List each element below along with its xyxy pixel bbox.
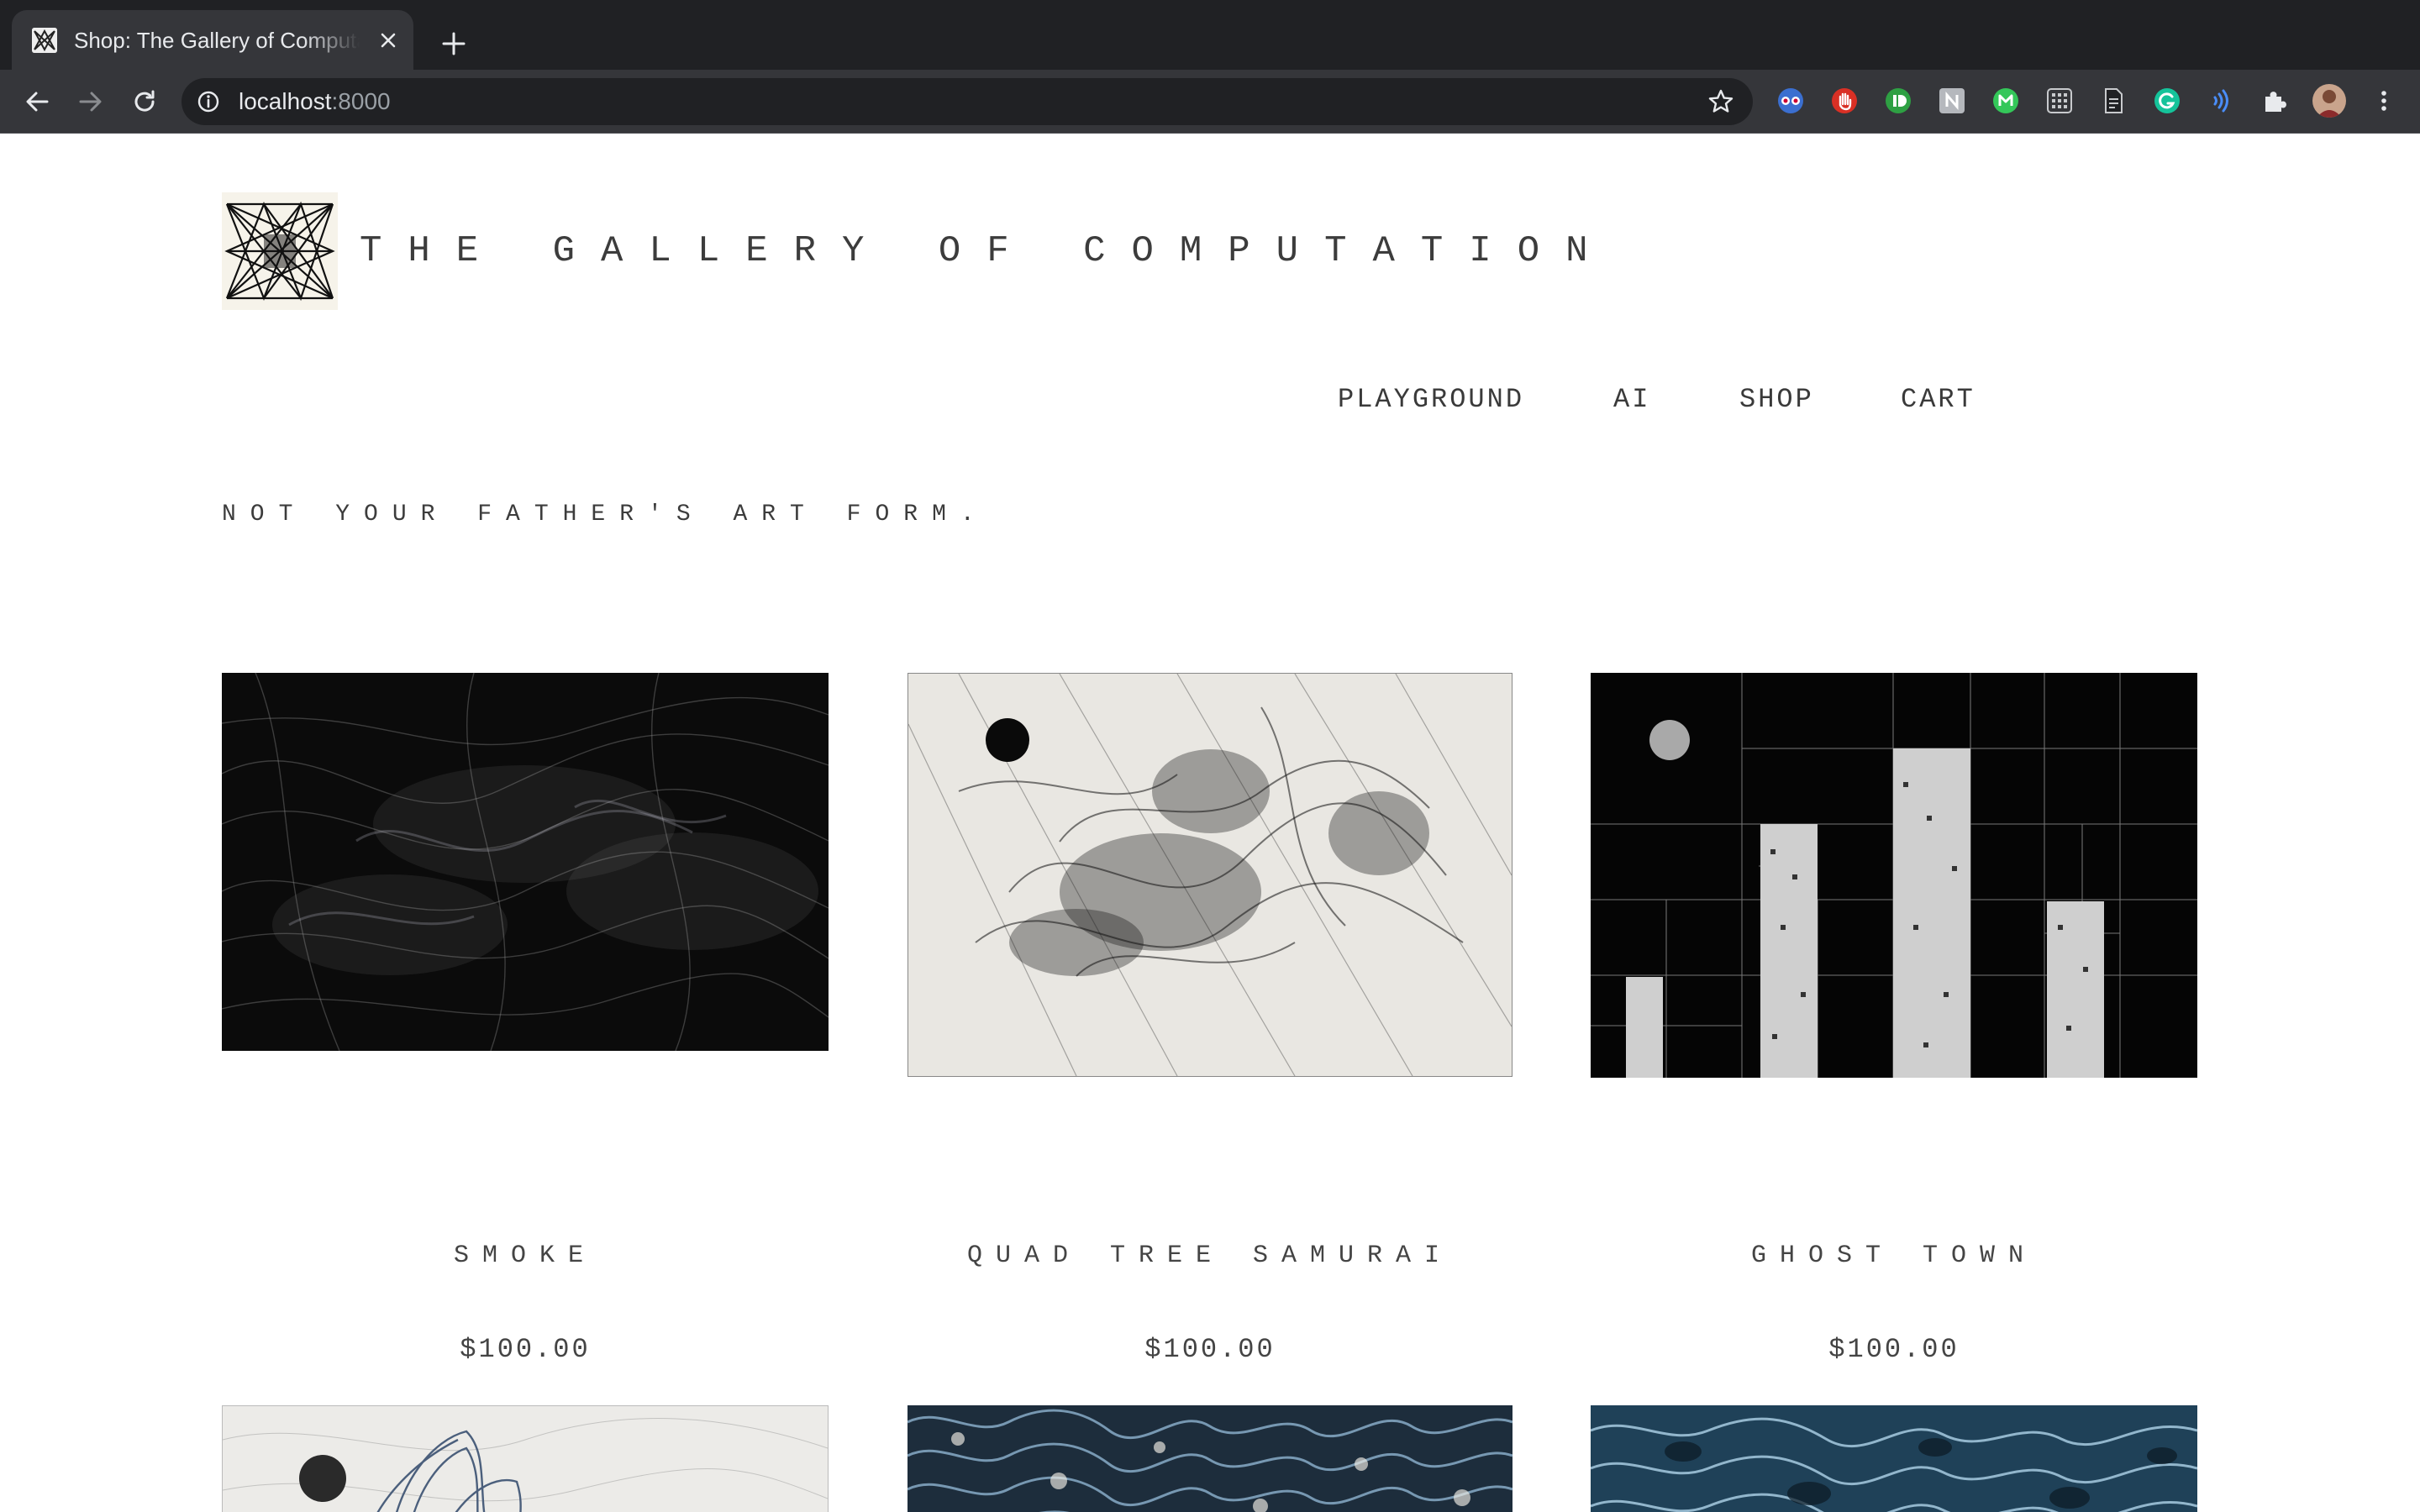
bookmark-star-icon[interactable] [1706,87,1736,117]
product-title-quad-tree-samurai[interactable]: QUAD TREE SAMURAI [907,1237,1513,1274]
browser-tabstrip: Shop: The Gallery of Computation [0,0,2420,70]
browser-toolbar: localhost:8000 [0,70,2420,134]
instapaper-icon[interactable] [1884,87,1912,115]
url-host: localhost [239,88,332,114]
spectacles-icon[interactable] [1776,87,1805,115]
product-image-ghost-town[interactable] [1591,673,2197,1078]
mercury-icon[interactable] [1991,87,2020,115]
product-image-smoke[interactable] [222,673,829,1051]
tab-close-icon[interactable] [375,27,402,54]
product-price-quad-tree-samurai: $100.00 [1144,1334,1276,1365]
puzzle-extensions-icon[interactable] [2260,87,2289,115]
url-text[interactable]: localhost:8000 [239,87,391,117]
document-icon[interactable] [2099,87,2128,115]
page-content: THE GALLERY OF COMPUTATION PLAYGROUND AI… [0,134,2420,1512]
audio-waves-icon[interactable] [2207,87,2235,115]
site-logo[interactable] [222,192,338,310]
site-title[interactable]: THE GALLERY OF COMPUTATION [360,224,1614,278]
profile-avatar[interactable] [2312,84,2346,118]
grid-app-icon[interactable] [2045,87,2074,115]
nav-cart[interactable]: CART [1901,381,1975,419]
notes-icon[interactable] [1938,87,1966,115]
tagline: NOT YOUR FATHER'S ART FORM. [222,501,989,528]
product-price-ghost-town: $100.00 [1828,1334,1960,1365]
forward-icon[interactable] [74,85,108,118]
browser-menu-icon[interactable] [2370,87,2398,115]
product-image-quad-tree-samurai[interactable] [908,673,1512,1077]
browser-tab-active[interactable]: Shop: The Gallery of Computation [12,10,413,70]
url-port: :8000 [331,88,391,114]
nav-ai[interactable]: AI [1613,381,1650,419]
nav-playground[interactable]: PLAYGROUND [1338,381,1524,419]
tab-favicon-icon [32,28,57,53]
product-image-row2-1[interactable] [222,1405,829,1512]
back-icon[interactable] [20,85,54,118]
tab-title: Shop: The Gallery of Computation [74,28,360,53]
product-image-row2-3[interactable] [1591,1405,2197,1512]
product-title-smoke[interactable]: SMOKE [222,1237,829,1274]
product-price-smoke: $100.00 [460,1334,591,1365]
reload-icon[interactable] [128,85,161,118]
stop-hand-icon[interactable] [1830,87,1859,115]
new-tab-icon[interactable] [437,27,471,60]
product-title-ghost-town[interactable]: GHOST TOWN [1591,1237,2197,1274]
nav-shop[interactable]: SHOP [1739,381,1814,419]
product-image-row2-2[interactable] [908,1405,1512,1512]
grammarly-icon[interactable] [2153,87,2181,115]
site-info-icon[interactable] [195,88,222,115]
address-bar[interactable]: localhost:8000 [182,78,1753,125]
